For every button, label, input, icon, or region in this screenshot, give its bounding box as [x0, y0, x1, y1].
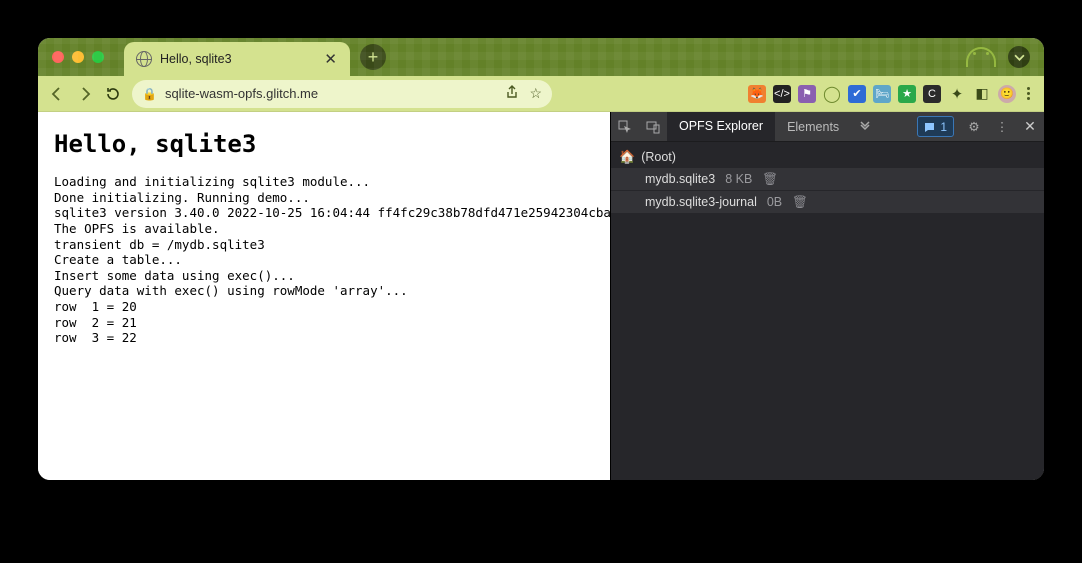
console-log: Loading and initializing sqlite3 module.… [54, 174, 594, 346]
account-menu-button[interactable] [1008, 46, 1030, 68]
extensions-row: 🦊 </> ⚑ ◯ ✔ 🛏 ★ C ✦ ◧ 🙂 [748, 85, 1034, 103]
settings-icon[interactable]: ⚙ [960, 112, 988, 141]
browser-tab[interactable]: Hello, sqlite3 ✕ [124, 42, 350, 76]
close-devtools-button[interactable]: ✕ [1016, 112, 1044, 141]
address-bar[interactable]: 🔒 sqlite-wasm-opfs.glitch.me ☆ [132, 80, 552, 108]
url-text: sqlite-wasm-opfs.glitch.me [165, 86, 497, 101]
extensions-menu-icon[interactable]: ✦ [948, 85, 966, 103]
issues-badge[interactable]: 1 [917, 116, 954, 137]
home-icon: 🏠 [619, 149, 635, 165]
file-name: mydb.sqlite3 [645, 172, 715, 186]
page-heading: Hello, sqlite3 [54, 130, 594, 158]
devtools-tab-elements[interactable]: Elements [775, 112, 851, 141]
devtools-tabbar: OPFS Explorer Elements 1 ⚙ ⋮ ✕ [611, 112, 1044, 142]
share-icon[interactable] [505, 85, 519, 102]
tree-file-row[interactable]: mydb.sqlite3 8 KB 🗑 [611, 168, 1044, 190]
device-toolbar-icon[interactable] [639, 112, 667, 141]
devtools-menu-icon[interactable]: ⋮ [988, 112, 1016, 141]
file-size: 0B [767, 195, 782, 209]
delete-file-icon[interactable]: 🗑 [762, 172, 778, 187]
android-logo-icon [966, 47, 996, 67]
back-button[interactable] [48, 85, 66, 103]
opfs-tree: 🏠 (Root) mydb.sqlite38 KB🗑mydb.sqlite3-j… [611, 142, 1044, 480]
issues-count: 1 [940, 120, 947, 134]
window-controls [52, 51, 104, 63]
tree-file-row[interactable]: mydb.sqlite3-journal 0B 🗑 [611, 191, 1044, 213]
page-body: Hello, sqlite3 Loading and initializing … [38, 112, 610, 480]
close-tab-button[interactable]: ✕ [321, 50, 340, 68]
titlebar: Hello, sqlite3 ✕ + [38, 38, 1044, 76]
profile-avatar[interactable]: 🙂 [998, 85, 1016, 103]
bookmark-star-icon[interactable]: ☆ [529, 85, 542, 102]
file-size: 8 KB [725, 172, 752, 186]
extension-icon[interactable]: ⚑ [798, 85, 816, 103]
delete-file-icon[interactable]: 🗑 [792, 195, 808, 210]
reload-button[interactable] [104, 85, 122, 103]
more-tabs-icon[interactable] [851, 112, 879, 141]
extension-icon[interactable]: ◯ [823, 85, 841, 103]
maximize-window-button[interactable] [92, 51, 104, 63]
extension-icon[interactable]: 🦊 [748, 85, 766, 103]
inspect-element-icon[interactable] [611, 112, 639, 141]
extension-icon[interactable]: C [923, 85, 941, 103]
devtools-panel: OPFS Explorer Elements 1 ⚙ ⋮ ✕ 🏠 (Root) [610, 112, 1044, 480]
side-panel-icon[interactable]: ◧ [973, 85, 991, 103]
globe-icon [136, 51, 152, 67]
file-name: mydb.sqlite3-journal [645, 195, 757, 209]
minimize-window-button[interactable] [72, 51, 84, 63]
lock-icon: 🔒 [142, 87, 157, 101]
extension-icon[interactable]: ★ [898, 85, 916, 103]
toolbar: 🔒 sqlite-wasm-opfs.glitch.me ☆ 🦊 </> ⚑ ◯… [38, 76, 1044, 112]
extension-icon[interactable]: 🛏 [873, 85, 891, 103]
new-tab-button[interactable]: + [360, 44, 386, 70]
browser-window: Hello, sqlite3 ✕ + 🔒 sqlite-wasm-opfs.gl… [38, 38, 1044, 480]
browser-menu-button[interactable] [1023, 87, 1034, 100]
extension-icon[interactable]: ✔ [848, 85, 866, 103]
extension-icon[interactable]: </> [773, 85, 791, 103]
root-label: (Root) [641, 150, 676, 164]
content-area: Hello, sqlite3 Loading and initializing … [38, 112, 1044, 480]
devtools-tab-opfs[interactable]: OPFS Explorer [667, 112, 775, 141]
close-window-button[interactable] [52, 51, 64, 63]
forward-button[interactable] [76, 85, 94, 103]
tree-root[interactable]: 🏠 (Root) [611, 146, 1044, 168]
tab-title: Hello, sqlite3 [160, 52, 313, 66]
